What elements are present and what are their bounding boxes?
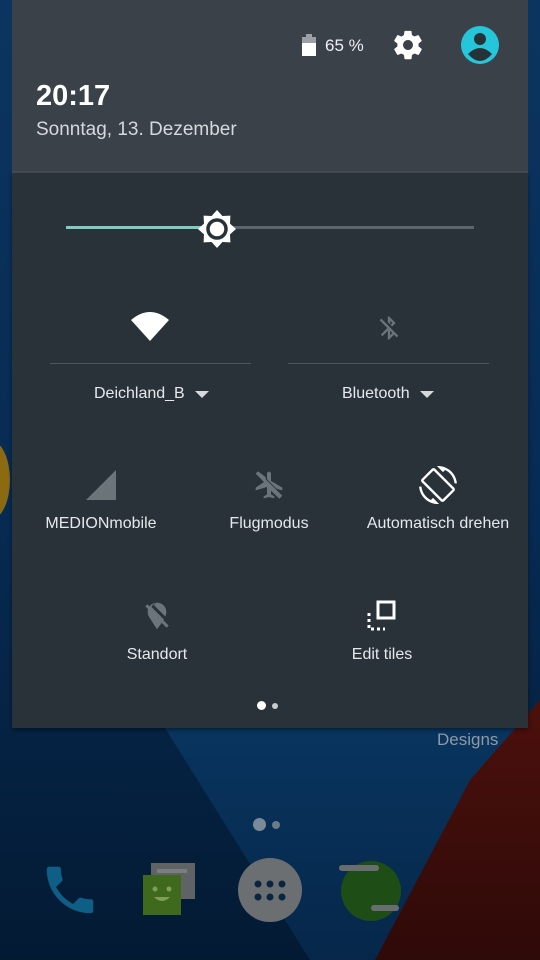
tile-edit-tiles[interactable]: Edit tiles xyxy=(322,596,442,664)
user-account-button[interactable] xyxy=(460,25,500,65)
dock-app-messaging[interactable] xyxy=(133,855,203,925)
brightness-slider-fill xyxy=(66,226,217,229)
tile-location-label: Standort xyxy=(126,646,188,663)
settings-button[interactable] xyxy=(388,25,428,65)
bluetooth-divider xyxy=(288,363,489,364)
home-page-dot-active xyxy=(253,818,266,831)
tile-auto-rotate[interactable]: Automatisch drehen xyxy=(363,465,513,533)
qs-page-dot xyxy=(272,702,278,709)
folder-label-designs[interactable]: Designs xyxy=(437,730,498,750)
bluetooth-details-button[interactable]: Bluetooth xyxy=(342,385,434,403)
gear-icon xyxy=(394,30,422,60)
home-page-indicator xyxy=(253,818,280,831)
quick-settings-page-indicator xyxy=(257,701,278,710)
tile-mobile-data[interactable]: MEDIONmobile xyxy=(38,465,164,533)
tile-rotate-icon-wrap xyxy=(418,465,458,505)
hangouts-icon xyxy=(339,861,401,921)
dock-app-drawer[interactable] xyxy=(235,855,305,925)
tile-airplane-mode[interactable]: Flugmodus xyxy=(209,465,329,533)
tile-bluetooth-icon-button[interactable] xyxy=(369,308,409,348)
brightness-icon[interactable] xyxy=(197,210,236,248)
tile-mobile-icon-wrap xyxy=(81,465,121,505)
home-page-dot xyxy=(272,820,280,829)
dock-app-hangouts[interactable] xyxy=(335,855,405,925)
edit-tiles-icon xyxy=(367,600,396,631)
cellular-signal-icon xyxy=(86,470,116,500)
wifi-details-button[interactable]: Deichland_B xyxy=(94,385,209,403)
date-text[interactable]: Sonntag, 13. Dezember xyxy=(36,119,237,141)
tile-edit-icon-wrap xyxy=(362,596,402,636)
tile-edit-label: Edit tiles xyxy=(351,646,413,663)
location-off-icon xyxy=(145,602,169,630)
tile-airplane-icon-wrap xyxy=(249,465,289,505)
tile-mobile-label: MEDIONmobile xyxy=(45,515,157,532)
battery-icon xyxy=(302,34,316,56)
app-drawer-icon xyxy=(238,858,302,922)
tile-wifi-icon-wrap xyxy=(130,306,170,346)
bluetooth-disabled-icon xyxy=(379,316,399,340)
airplane-off-icon xyxy=(255,471,283,499)
battery-percentage: 65 % xyxy=(325,36,364,55)
dock xyxy=(0,855,540,935)
phone-icon xyxy=(46,866,94,914)
account-circle-icon xyxy=(461,26,499,64)
screen-rotation-icon xyxy=(419,466,457,504)
qs-page-dot-active xyxy=(257,701,266,710)
chevron-down-icon xyxy=(194,390,209,398)
wifi-divider xyxy=(50,363,251,364)
tile-wifi-icon-button[interactable] xyxy=(130,306,170,346)
tile-location[interactable]: Standort xyxy=(97,596,217,664)
tile-rotate-label: Automatisch drehen xyxy=(366,515,510,532)
dock-app-phone[interactable] xyxy=(35,855,105,925)
chevron-down-icon xyxy=(419,390,434,398)
bluetooth-label: Bluetooth xyxy=(342,385,410,402)
tile-airplane-label: Flugmodus xyxy=(229,515,309,532)
tile-bluetooth-icon-wrap xyxy=(369,308,409,348)
quick-settings-panel xyxy=(12,173,528,728)
wifi-icon xyxy=(131,312,169,341)
clock-time[interactable]: 20:17 xyxy=(36,80,110,113)
messaging-icon xyxy=(143,863,195,915)
wifi-network-label: Deichland_B xyxy=(94,385,185,402)
tile-location-icon-wrap xyxy=(137,596,177,636)
brightness-slider[interactable] xyxy=(66,210,474,248)
